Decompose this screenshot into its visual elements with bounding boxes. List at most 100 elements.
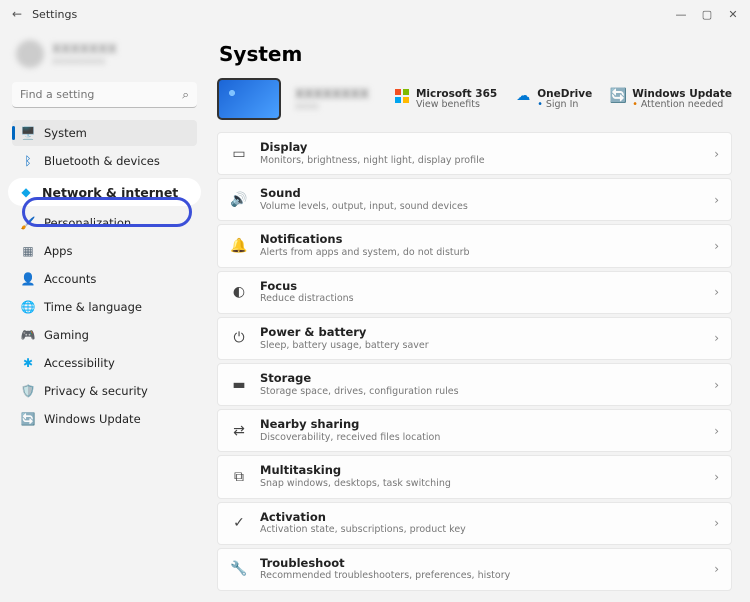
row-display[interactable]: ▭ DisplayMonitors, brightness, night lig…	[217, 132, 732, 175]
sound-icon: 🔊	[230, 191, 248, 209]
sidebar-item-accounts[interactable]: 👤 Accounts	[12, 266, 197, 292]
sidebar-item-windows-update[interactable]: 🔄 Windows Update	[12, 406, 197, 432]
row-activation[interactable]: ✓ ActivationActivation state, subscripti…	[217, 502, 732, 545]
sidebar-item-label: Apps	[44, 244, 72, 258]
multitask-icon: ⧉	[230, 468, 248, 486]
sidebar-item-label: Windows Update	[44, 412, 141, 426]
row-power[interactable]: ⏻ Power & batterySleep, battery usage, b…	[217, 317, 732, 360]
device-status-row: XXXXXXXX xxxx Microsoft 365 View benefit…	[217, 78, 732, 120]
accessibility-icon: ✱	[20, 355, 36, 371]
brush-icon: 🖌️	[20, 215, 36, 231]
row-notifications[interactable]: 🔔 NotificationsAlerts from apps and syst…	[217, 224, 732, 267]
row-sub: Reduce distractions	[260, 293, 702, 304]
page-title: System	[219, 42, 732, 66]
row-multitasking[interactable]: ⧉ MultitaskingSnap windows, desktops, ta…	[217, 455, 732, 498]
row-sub: Monitors, brightness, night light, displ…	[260, 155, 702, 166]
maximize-button[interactable]: ▢	[700, 7, 714, 21]
titlebar: ← Settings — ▢ ✕	[0, 0, 750, 28]
sidebar-item-accessibility[interactable]: ✱ Accessibility	[12, 350, 197, 376]
onedrive-icon: ☁︎	[515, 88, 531, 104]
status-title: Microsoft 365	[416, 88, 497, 100]
row-title: Focus	[260, 280, 702, 294]
shield-icon: 🛡️	[20, 383, 36, 399]
row-title: Troubleshoot	[260, 557, 702, 571]
row-sub: Storage space, drives, configuration rul…	[260, 386, 702, 397]
sidebar-item-bluetooth[interactable]: ᛒ Bluetooth & devices	[12, 148, 197, 174]
row-sub: Sleep, battery usage, battery saver	[260, 340, 702, 351]
chevron-right-icon: ›	[714, 331, 719, 345]
row-focus[interactable]: ◐ FocusReduce distractions ›	[217, 271, 732, 314]
profile-email: xxxxxxxxx	[52, 56, 117, 67]
sidebar-item-gaming[interactable]: 🎮 Gaming	[12, 322, 197, 348]
row-sub: Alerts from apps and system, do not dist…	[260, 247, 702, 258]
main-panel: System XXXXXXXX xxxx Microsoft 365 View …	[205, 28, 750, 602]
row-title: Multitasking	[260, 464, 702, 478]
chevron-right-icon: ›	[714, 378, 719, 392]
minimize-button[interactable]: —	[674, 7, 688, 21]
wifi-icon: ◆	[18, 184, 34, 200]
chevron-right-icon: ›	[714, 470, 719, 484]
profile-name: XXXXXXX	[52, 42, 117, 56]
titlebar-left: ← Settings	[10, 5, 77, 23]
app-name: Settings	[32, 8, 77, 21]
chevron-right-icon: ›	[714, 516, 719, 530]
status-sub: Attention needed	[632, 100, 732, 111]
sidebar-item-network[interactable]: ◆ Network & internet	[8, 178, 201, 206]
device-thumbnail[interactable]	[217, 78, 281, 120]
search-container: ⌕	[12, 82, 197, 108]
sidebar-item-time-language[interactable]: 🌐 Time & language	[12, 294, 197, 320]
row-title: Nearby sharing	[260, 418, 702, 432]
apps-icon: ▦	[20, 243, 36, 259]
row-title: Notifications	[260, 233, 702, 247]
bell-icon: 🔔	[230, 237, 248, 255]
status-onedrive[interactable]: ☁︎ OneDrive Sign In	[515, 88, 592, 111]
sidebar-item-apps[interactable]: ▦ Apps	[12, 238, 197, 264]
chevron-right-icon: ›	[714, 562, 719, 576]
status-title: Windows Update	[632, 88, 732, 100]
wrench-icon: 🔧	[230, 560, 248, 578]
row-sub: Snap windows, desktops, task switching	[260, 478, 702, 489]
row-nearby-sharing[interactable]: ⇄ Nearby sharingDiscoverability, receive…	[217, 409, 732, 452]
row-sub: Discoverability, received files location	[260, 432, 702, 443]
settings-window: ← Settings — ▢ ✕ XXXXXXX xxxxxxxxx ⌕ �	[0, 0, 750, 602]
settings-rows: ▭ DisplayMonitors, brightness, night lig…	[217, 132, 732, 591]
chevron-right-icon: ›	[714, 147, 719, 161]
status-windows-update[interactable]: 🔄 Windows Update Attention needed	[610, 88, 732, 111]
row-sub: Activation state, subscriptions, product…	[260, 524, 702, 535]
chevron-right-icon: ›	[714, 424, 719, 438]
row-sound[interactable]: 🔊 SoundVolume levels, output, input, sou…	[217, 178, 732, 221]
system-icon: 🖥️	[20, 125, 36, 141]
sidebar-item-label: Network & internet	[42, 185, 178, 200]
gamepad-icon: 🎮	[20, 327, 36, 343]
row-storage[interactable]: ▬ StorageStorage space, drives, configur…	[217, 363, 732, 406]
globe-icon: 🌐	[20, 299, 36, 315]
sidebar-item-label: Accounts	[44, 272, 96, 286]
content: XXXXXXX xxxxxxxxx ⌕ 🖥️ System ᛒ Bluetoot…	[0, 28, 750, 602]
close-button[interactable]: ✕	[726, 7, 740, 21]
row-troubleshoot[interactable]: 🔧 TroubleshootRecommended troubleshooter…	[217, 548, 732, 591]
avatar	[16, 40, 44, 68]
back-button[interactable]: ←	[10, 5, 24, 23]
row-title: Storage	[260, 372, 702, 386]
sidebar-item-personalization[interactable]: 🖌️ Personalization	[12, 210, 197, 236]
display-icon: ▭	[230, 145, 248, 163]
search-input[interactable]	[12, 82, 197, 108]
search-icon: ⌕	[182, 88, 189, 103]
sidebar-item-system[interactable]: 🖥️ System	[12, 120, 197, 146]
window-controls: — ▢ ✕	[674, 7, 740, 21]
bluetooth-icon: ᛒ	[20, 153, 36, 169]
status-title: OneDrive	[537, 88, 592, 100]
share-icon: ⇄	[230, 422, 248, 440]
m365-icon	[394, 88, 410, 104]
sidebar: XXXXXXX xxxxxxxxx ⌕ 🖥️ System ᛒ Bluetoot…	[0, 28, 205, 602]
sidebar-item-label: System	[44, 126, 87, 140]
chevron-right-icon: ›	[714, 285, 719, 299]
chevron-right-icon: ›	[714, 193, 719, 207]
row-sub: Volume levels, output, input, sound devi…	[260, 201, 702, 212]
row-title: Power & battery	[260, 326, 702, 340]
status-microsoft365[interactable]: Microsoft 365 View benefits	[394, 88, 497, 111]
sidebar-item-privacy[interactable]: 🛡️ Privacy & security	[12, 378, 197, 404]
row-title: Sound	[260, 187, 702, 201]
person-icon: 👤	[20, 271, 36, 287]
user-profile[interactable]: XXXXXXX xxxxxxxxx	[16, 40, 193, 68]
